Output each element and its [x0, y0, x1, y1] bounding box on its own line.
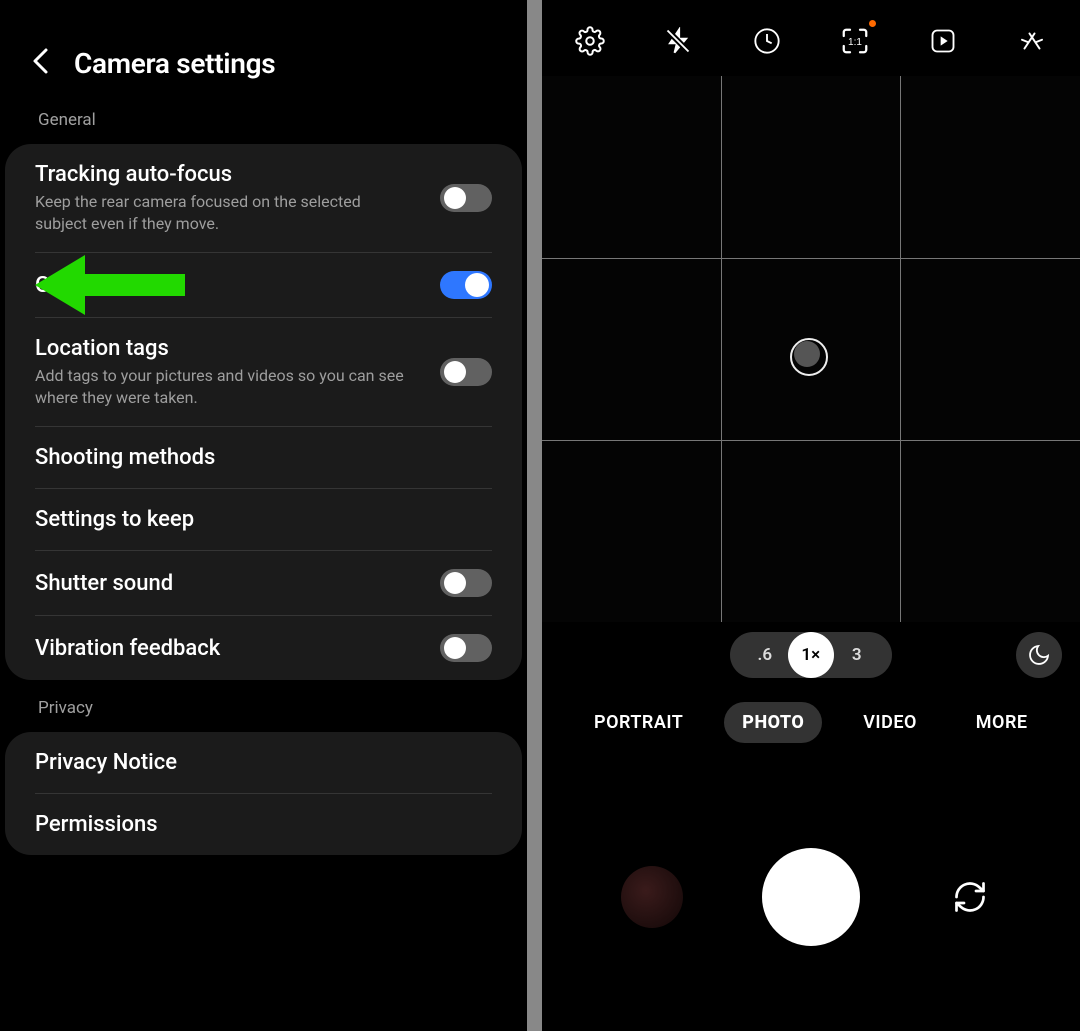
row-privacy-notice[interactable]: Privacy Notice [35, 732, 492, 794]
gear-icon[interactable] [575, 26, 605, 56]
row-title: Shutter sound [35, 571, 173, 596]
grid-line-icon [542, 258, 1080, 259]
grid-line-icon [542, 440, 1080, 441]
row-title: Privacy Notice [35, 750, 177, 775]
zoom-wide[interactable]: .6 [742, 632, 788, 678]
zoom-tele[interactable]: 3 [834, 632, 880, 678]
row-title: Location tags [35, 336, 405, 361]
row-title: Vibration feedback [35, 636, 220, 661]
switch-camera-button[interactable] [939, 866, 1001, 928]
row-shutter-sound[interactable]: Shutter sound [35, 551, 492, 616]
row-title: Settings to keep [35, 507, 194, 532]
section-label-privacy: Privacy [0, 698, 527, 732]
filters-icon[interactable] [1017, 26, 1047, 56]
back-button[interactable] [30, 46, 52, 80]
night-mode-button[interactable] [1016, 632, 1062, 678]
settings-header: Camera settings [0, 0, 527, 110]
camera-app-pane: 1:1 .6 1× 3 PORTRAIT PHOTO VIDEO MORE [542, 0, 1080, 1031]
toggle-location-tags[interactable] [440, 358, 492, 386]
svg-text:1:1: 1:1 [848, 37, 862, 48]
zoom-pill: .6 1× 3 [730, 632, 892, 678]
shutter-button[interactable] [762, 848, 860, 946]
mode-photo[interactable]: PHOTO [724, 702, 822, 743]
focus-ring-icon [790, 338, 828, 376]
page-title: Camera settings [74, 47, 275, 80]
row-vibration-feedback[interactable]: Vibration feedback [35, 616, 492, 680]
grid-line-icon [900, 76, 901, 622]
row-title: Tracking auto-focus [35, 162, 405, 187]
motion-photo-icon[interactable] [928, 26, 958, 56]
row-tracking-autofocus[interactable]: Tracking auto-focus Keep the rear camera… [35, 144, 492, 253]
row-location-tags[interactable]: Location tags Add tags to your pictures … [35, 318, 492, 427]
toggle-shutter-sound[interactable] [440, 569, 492, 597]
settings-card-privacy: Privacy Notice Permissions [5, 732, 522, 855]
timer-icon[interactable] [752, 26, 782, 56]
row-grid-lines[interactable]: Grid lines [35, 253, 492, 318]
mode-more[interactable]: MORE [958, 702, 1046, 743]
flash-off-icon[interactable] [663, 26, 693, 56]
row-subtitle: Add tags to your pictures and videos so … [35, 365, 405, 408]
settings-card-general: Tracking auto-focus Keep the rear camera… [5, 144, 522, 680]
aspect-ratio-icon[interactable]: 1:1 [840, 26, 870, 56]
zoom-1x[interactable]: 1× [788, 632, 834, 678]
toggle-tracking-autofocus[interactable] [440, 184, 492, 212]
camera-top-toolbar: 1:1 [542, 0, 1080, 76]
row-subtitle: Keep the rear camera focused on the sele… [35, 191, 405, 234]
camera-modes: PORTRAIT PHOTO VIDEO MORE [542, 688, 1080, 753]
notification-dot-icon [869, 20, 876, 27]
gallery-thumbnail[interactable] [621, 866, 683, 928]
row-settings-to-keep[interactable]: Settings to keep [35, 489, 492, 551]
row-shooting-methods[interactable]: Shooting methods [35, 427, 492, 489]
zoom-controls: .6 1× 3 [542, 622, 1080, 688]
row-title: Shooting methods [35, 445, 215, 470]
toggle-vibration-feedback[interactable] [440, 634, 492, 662]
mode-video[interactable]: VIDEO [845, 702, 935, 743]
section-label-general: General [0, 110, 527, 144]
grid-line-icon [721, 76, 722, 622]
camera-viewfinder[interactable] [542, 76, 1080, 622]
row-title: Permissions [35, 812, 158, 837]
mode-portrait[interactable]: PORTRAIT [576, 702, 701, 743]
row-permissions[interactable]: Permissions [35, 794, 492, 855]
shutter-row [542, 753, 1080, 1031]
toggle-grid-lines[interactable] [440, 271, 492, 299]
camera-settings-pane: Camera settings General Tracking auto-fo… [0, 0, 527, 1031]
